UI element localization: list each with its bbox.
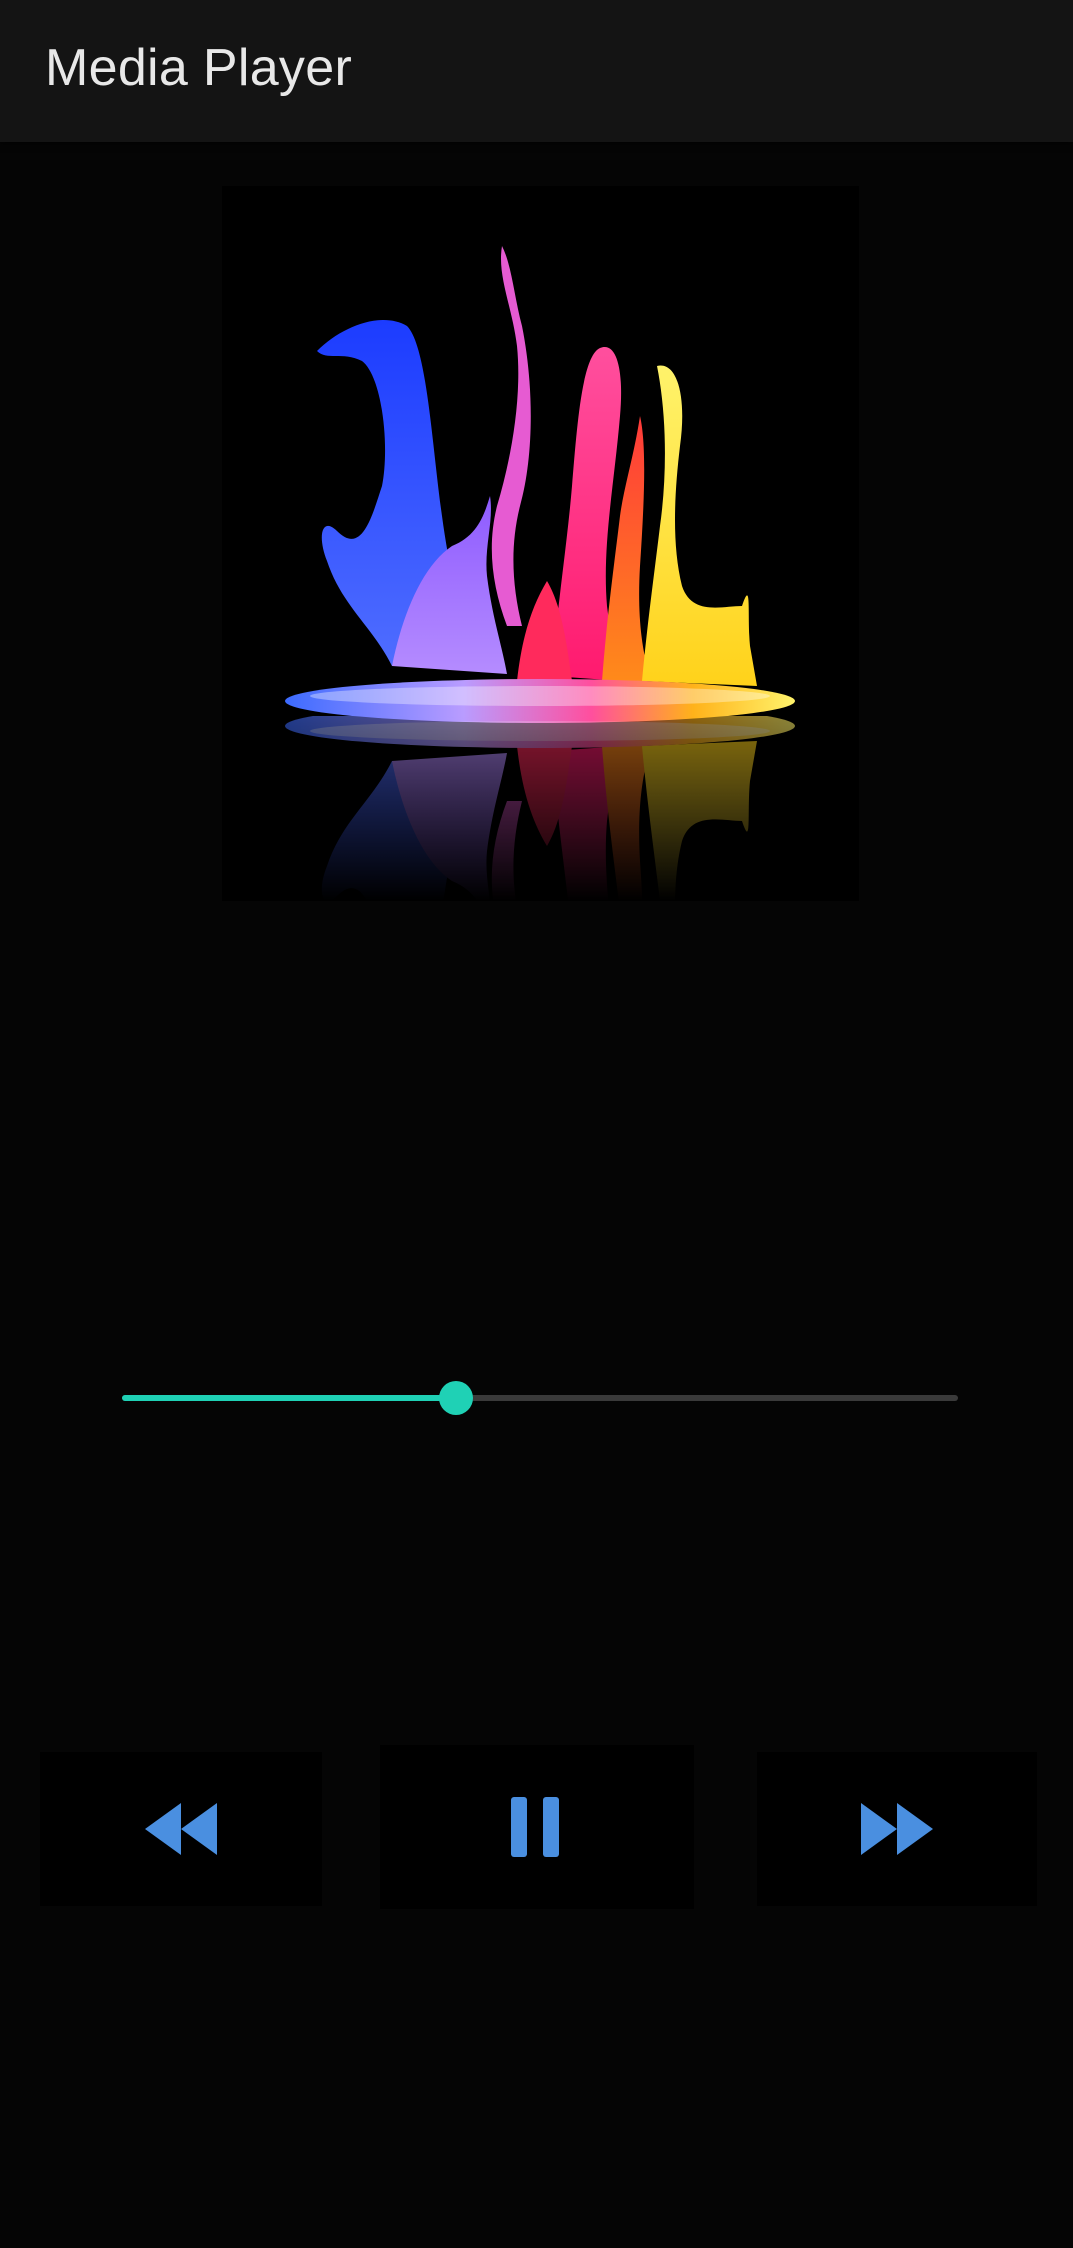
fast-forward-button[interactable] <box>757 1752 1037 1906</box>
fast-forward-icon <box>861 1803 933 1855</box>
app-title: Media Player <box>45 39 353 97</box>
pause-icon <box>511 1797 559 1857</box>
seek-thumb[interactable] <box>439 1381 474 1415</box>
app-bar: Media Player <box>0 0 1073 142</box>
album-artwork <box>222 186 859 901</box>
pause-button[interactable] <box>380 1745 694 1909</box>
rewind-button[interactable] <box>40 1752 322 1906</box>
seek-progress <box>122 1395 457 1401</box>
seek-bar[interactable] <box>122 1378 958 1418</box>
rewind-icon <box>145 1803 217 1855</box>
